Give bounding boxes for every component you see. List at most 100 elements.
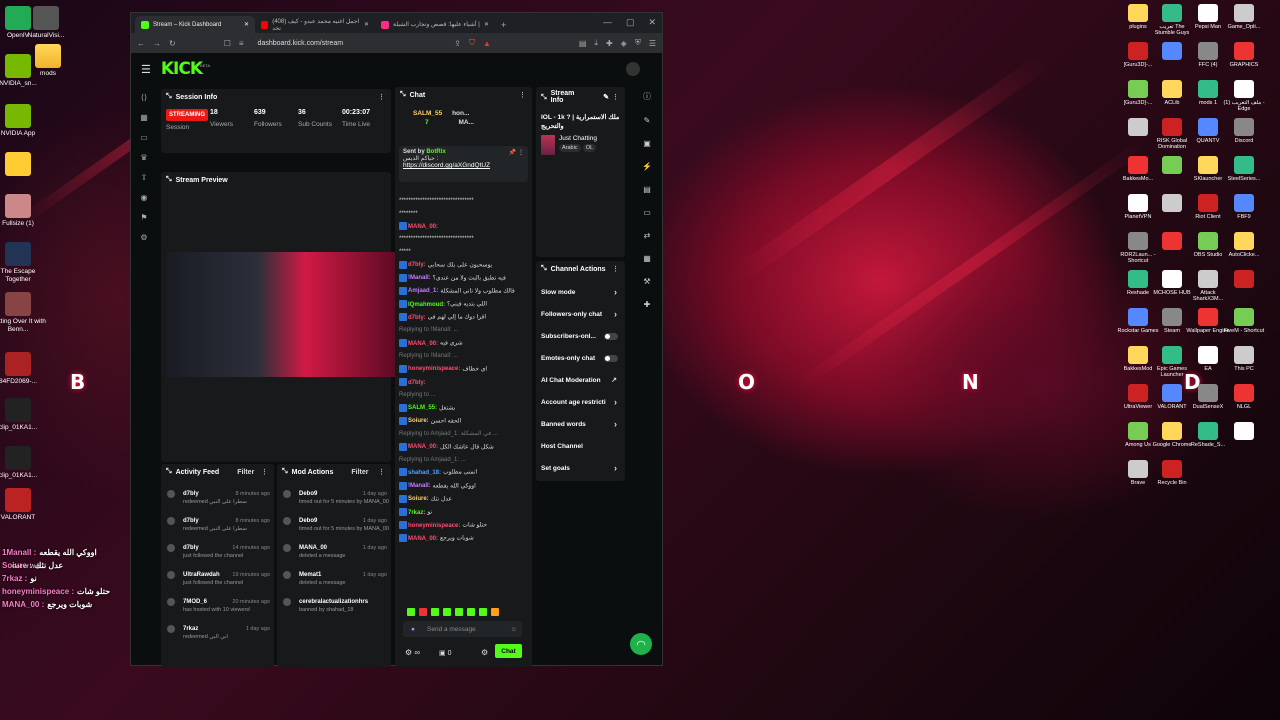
chat-username[interactable]: !Manall: (408, 275, 431, 281)
chat-message[interactable]: ******************************** (399, 235, 526, 243)
team-icon[interactable]: ⚑ (140, 213, 147, 222)
more-icon[interactable]: ⋮ (612, 265, 619, 273)
activity-item[interactable]: UltraRawdah just followed the channel 19 m… (161, 565, 274, 592)
chat-username[interactable]: shahad_18: (408, 470, 441, 476)
more-icon[interactable]: ⋮ (261, 468, 268, 476)
desktop-icon[interactable] (1222, 270, 1266, 302)
mod-item[interactable]: MANA_00 deleted a message 1 day ago (277, 538, 391, 565)
chat-nav-icon[interactable]: ▭ (140, 133, 148, 142)
chat-username[interactable]: honeyminispeace: (408, 366, 460, 372)
chat-message[interactable]: MANA_00: شري فيه (399, 339, 526, 348)
desktop-icon[interactable]: NLGL (1222, 384, 1266, 416)
chat-message[interactable]: honeyminispeace: حتلو شات (399, 521, 526, 530)
mod-item[interactable]: cerebralactualizationhrs banned by shahad… (277, 592, 391, 619)
desktop-icon[interactable]: Recycle Bin (1150, 460, 1194, 492)
emoji-icon[interactable]: ☺ (510, 626, 517, 633)
activity-item[interactable]: 7rkaz redeemed ابي البي 1 day ago (161, 619, 274, 646)
more-icon[interactable]: ⋮ (612, 94, 619, 101)
desktop-icon[interactable]: AutoClicke... (1222, 232, 1266, 264)
pin-icon[interactable]: 📌 ⋮ (509, 149, 524, 156)
expand-icon[interactable]: ⤡ (400, 91, 406, 99)
mod-item[interactable]: Debo9 timed out for 5 minutes by MANA_00 1… (277, 511, 391, 538)
chat-username[interactable]: Soiure: (408, 418, 429, 424)
chat-message[interactable]: SALM_55: بشتغل (399, 403, 526, 413)
emote-icon[interactable] (407, 608, 415, 616)
desktop-icon[interactable] (1222, 422, 1266, 454)
maximize-button[interactable]: ▢ (626, 17, 635, 28)
expand-icon[interactable]: ⤡ (166, 176, 172, 184)
emote-icon[interactable] (479, 608, 487, 616)
emote-icon[interactable] (443, 608, 451, 616)
rewards-icon[interactable]: ▲ (483, 39, 491, 48)
expand-icon[interactable]: ⤡ (166, 468, 172, 476)
chat-message[interactable]: MANA_00: شكل قال عاشك الكل (399, 442, 526, 452)
channel-action-row[interactable]: Account age restricti › (536, 391, 625, 413)
channel-action-row[interactable]: Subscribers-onl... (536, 325, 625, 347)
site-info-icon[interactable]: ≡ (239, 39, 244, 48)
chat-username[interactable]: SALM_55: (408, 405, 437, 411)
url-field[interactable]: dashboard.kick.com/stream (258, 40, 344, 47)
forward-icon[interactable]: → (153, 39, 161, 48)
chat-input[interactable]: ● Send a message ☺ (403, 621, 522, 637)
channel-action-row[interactable]: Banned words › (536, 413, 625, 435)
chat-message[interactable]: MANA_00: شوبات ويرجع (399, 534, 526, 543)
chat-message[interactable]: d7bly: يوسحبون على بلك سحابي (399, 260, 526, 270)
more-icon[interactable]: ⋮ (378, 93, 385, 101)
chat-message[interactable]: Amjaad_1: قالك مطلوب ولا تاني المشكلة (399, 286, 526, 296)
pencil-icon[interactable]: ✎ (644, 116, 651, 125)
desktop-icon[interactable]: 84FD2069-... (0, 352, 48, 386)
desktop-icon[interactable]: Getting Over It with Benn... (0, 292, 48, 334)
desktop-icon[interactable]: GRAPHICS (1222, 42, 1266, 74)
chat-message[interactable]: honeyminispeace: اي خطاف (399, 364, 526, 374)
chat-username[interactable]: Amjaad_1: (408, 288, 438, 294)
desktop-icon[interactable]: FiveM - Shortcut (1222, 308, 1266, 340)
tab-youtube[interactable]: (408) اجمل اغنيه محمد عبدو - كيف تخد ✕ (255, 16, 375, 33)
new-tab-button[interactable]: + (495, 20, 512, 33)
info-icon[interactable]: ⓘ (643, 91, 651, 102)
stream-preview-video[interactable] (166, 252, 398, 377)
desktop-icon[interactable]: ملف التعريب (1) - Edge (1222, 80, 1266, 112)
wrench-icon[interactable]: ⚒ (643, 277, 650, 286)
upload-icon[interactable]: ⇧ (141, 173, 148, 182)
channel-action-row[interactable]: Followers-only chat › (536, 303, 625, 325)
chat-username[interactable]: Soiure: (408, 496, 429, 502)
chat-message[interactable]: Replying to Amjaad_1: في المشكلة ... (399, 430, 526, 438)
chat-message[interactable]: ***** (399, 248, 526, 256)
desktop-icon[interactable]: VALORANT (0, 488, 48, 522)
channel-action-row[interactable]: Slow mode › (536, 281, 625, 303)
tab-tiktok[interactable]: أشياء عليها: قصص وتجارب الشيلة | ✕ (375, 16, 495, 33)
top-user[interactable]: SALM_55 (413, 110, 442, 117)
bookmark-icon[interactable]: ☐ (224, 39, 231, 48)
desktop-icon[interactable]: clip_01KA1... (0, 446, 48, 480)
chat-message[interactable]: Replying to !Manall: ... (399, 326, 526, 334)
wallet-icon[interactable]: ◈ (621, 39, 627, 48)
help-button[interactable]: ◠ (630, 633, 652, 655)
more-icon[interactable]: ⋮ (519, 91, 526, 99)
emote-icon[interactable] (431, 608, 439, 616)
close-tab-icon[interactable]: ✕ (244, 21, 249, 28)
chat-username[interactable]: !Manall: (408, 483, 431, 489)
close-window-button[interactable]: ✕ (648, 17, 656, 28)
channel-action-row[interactable]: Host Channel (536, 435, 625, 457)
chat-message[interactable]: Replying to !Manall: ... (399, 352, 526, 360)
chat-username[interactable]: MANA_00: (408, 536, 438, 542)
channel-action-row[interactable]: Set goals › (536, 457, 625, 479)
chat-message[interactable]: 7rkaz: نو (399, 507, 526, 517)
expand-icon[interactable]: ⤡ (541, 265, 547, 273)
chat-message[interactable]: d7bly: (399, 377, 526, 387)
reload-icon[interactable]: ↻ (169, 39, 176, 48)
desktop-icon[interactable]: SteelSeries... (1222, 156, 1266, 188)
minimize-button[interactable]: — (603, 17, 612, 28)
chat-message[interactable]: MANA_00: (399, 222, 526, 231)
emote-icon[interactable] (491, 608, 499, 616)
tag[interactable]: Arabic (559, 144, 581, 152)
shuffle-icon[interactable]: ⇄ (644, 231, 651, 240)
chat-username[interactable]: MANA_00: (408, 341, 438, 347)
close-tab-icon[interactable]: ✕ (364, 21, 369, 28)
tag[interactable]: OL (582, 144, 597, 152)
chat-message[interactable]: Replying to Amjaad_1: ... (399, 456, 526, 464)
kick-logo[interactable]: KICK (161, 59, 203, 79)
chat-message[interactable]: shahad_18: اتمنى مطلوب (399, 468, 526, 477)
desktop-icon[interactable]: clip_01KA1... (0, 398, 48, 432)
chat-username[interactable]: lQmahmoud: (408, 302, 445, 308)
